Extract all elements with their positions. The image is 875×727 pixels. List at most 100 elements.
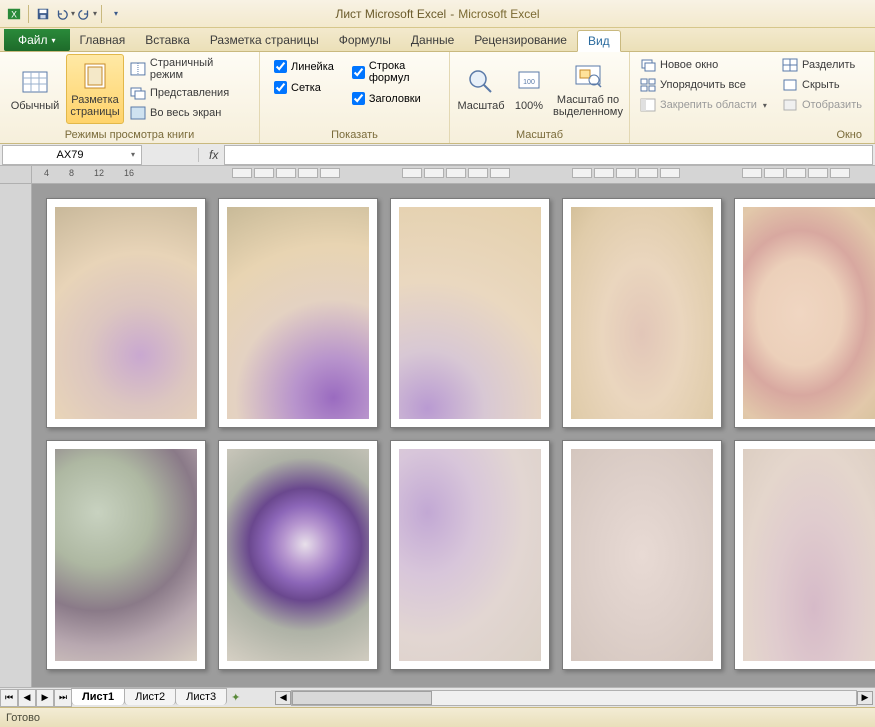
sheet-tab[interactable]: Лист1 [71,688,125,705]
sheet-tab[interactable]: Лист2 [124,688,176,705]
page-thumbnail[interactable] [218,198,378,428]
sheet-nav-first[interactable]: ⏮ [0,689,18,707]
horizontal-ruler[interactable]: 4 8 12 16 [32,166,875,184]
headings-checkbox[interactable]: Заголовки [350,90,437,107]
group-workbook-views: Обычный Разметка страницы Страничный реж… [0,52,260,143]
gridlines-checkbox[interactable]: Сетка [272,79,336,96]
split-button[interactable]: Разделить [778,56,868,74]
page-layout-icon [79,60,111,92]
sheet-nav-next[interactable]: ▶ [36,689,54,707]
tab-home[interactable]: Главная [70,29,136,51]
name-box[interactable]: AX79 ▾ [2,145,142,165]
save-icon[interactable] [33,4,53,24]
page-layout-button[interactable]: Разметка страницы [66,54,124,124]
zoom-icon [465,66,497,98]
redo-icon[interactable]: ▾ [77,4,97,24]
status-bar: Готово [0,707,875,727]
page-image [399,449,541,661]
zoom-100-button[interactable]: 100 100% [508,54,550,124]
page-image [227,207,369,419]
scroll-thumb[interactable] [292,691,432,705]
page-break-icon [130,61,146,77]
page-image [571,449,713,661]
tab-insert[interactable]: Вставка [135,29,200,51]
page-thumbnail[interactable] [562,198,722,428]
normal-view-button[interactable]: Обычный [6,54,64,124]
tab-page-layout[interactable]: Разметка страницы [200,29,329,51]
page-image [227,449,369,661]
undo-icon[interactable]: ▾ [55,4,75,24]
name-dropdown-icon[interactable]: ▾ [131,150,135,159]
sheet-nav-last[interactable]: ⏭ [54,689,72,707]
page-grid [32,184,875,684]
excel-icon[interactable]: X [4,4,24,24]
app-title: Microsoft Excel [458,7,539,21]
page-image [571,207,713,419]
page-image [743,449,875,661]
scroll-left-icon[interactable]: ◀ [275,691,291,705]
page-thumbnail[interactable] [734,440,875,670]
page-break-preview-button[interactable]: Страничный режим [126,56,253,82]
file-tab[interactable]: Файл▾ [4,29,70,51]
qa-customize-icon[interactable]: ▾ [106,4,126,24]
page-layout-canvas[interactable] [32,184,875,687]
group-label: Показать [266,127,443,143]
group-show: Линейка Сетка Строка формул Заголовки По… [260,52,450,143]
unhide-button[interactable]: Отобразить [778,96,868,114]
custom-views-icon [130,85,146,101]
arrange-all-button[interactable]: Упорядочить все [636,76,776,94]
tab-review[interactable]: Рецензирование [464,29,577,51]
page-thumbnail[interactable] [734,198,875,428]
zoom-selection-icon [572,60,604,92]
formula-input[interactable] [224,145,873,165]
quick-access-toolbar: X ▾ ▾ ▾ [0,4,126,24]
tab-data[interactable]: Данные [401,29,464,51]
page-thumbnail[interactable] [390,440,550,670]
qa-separator [101,5,102,23]
hide-icon [782,77,798,93]
tab-formulas[interactable]: Формулы [329,29,401,51]
group-window: Новое окно Упорядочить все Закрепить обл… [630,52,875,143]
ribbon: Обычный Разметка страницы Страничный реж… [0,52,875,144]
formula-bar: AX79 ▾ fx [0,144,875,166]
zoom-selection-button[interactable]: Масштаб повыделенному [552,54,624,124]
page-thumbnail[interactable] [46,440,206,670]
ruler-corner [0,166,32,184]
ribbon-tabs: Файл▾ Главная Вставка Разметка страницы … [0,28,875,52]
freeze-icon [640,97,656,113]
title-bar: X ▾ ▾ ▾ Лист Microsoft Excel - Microsoft… [0,0,875,28]
custom-views-button[interactable]: Представления [126,84,253,102]
sheet-nav: ⏮ ◀ ▶ ⏭ [0,689,72,707]
new-window-button[interactable]: Новое окно [636,56,776,74]
horizontal-scrollbar[interactable]: ◀ ▶ [291,690,857,706]
page-thumbnail[interactable] [218,440,378,670]
sheet-nav-prev[interactable]: ◀ [18,689,36,707]
ruler-checkbox[interactable]: Линейка [272,58,336,75]
sheet-tab[interactable]: Лист3 [175,688,227,705]
zoom-button[interactable]: Масштаб [456,54,506,124]
sheet-tab-bar: ⏮ ◀ ▶ ⏭ Лист1 Лист2 Лист3 ✦ ◀ ▶ [0,687,875,707]
vertical-ruler[interactable] [0,184,32,687]
page-image [399,207,541,419]
fx-icon[interactable]: fx [203,148,224,162]
status-ready: Готово [6,712,40,724]
page-thumbnail[interactable] [390,198,550,428]
normal-view-icon [19,66,51,98]
group-label: Окно [636,127,868,143]
insert-sheet-button[interactable]: ✦ [231,691,251,704]
tab-view[interactable]: Вид [577,30,621,52]
group-label: Масштаб [456,127,623,143]
page-image [55,207,197,419]
doc-title: Лист Microsoft Excel [335,7,446,21]
formula-bar-checkbox[interactable]: Строка формул [350,58,437,86]
scroll-right-icon[interactable]: ▶ [857,691,873,705]
unhide-icon [782,97,798,113]
svg-text:X: X [11,9,17,19]
split-icon [782,57,798,73]
freeze-panes-button[interactable]: Закрепить области▾ [636,96,776,114]
hide-button[interactable]: Скрыть [778,76,868,94]
full-screen-button[interactable]: Во весь экран [126,104,253,122]
arrange-icon [640,77,656,93]
page-thumbnail[interactable] [562,440,722,670]
page-thumbnail[interactable] [46,198,206,428]
